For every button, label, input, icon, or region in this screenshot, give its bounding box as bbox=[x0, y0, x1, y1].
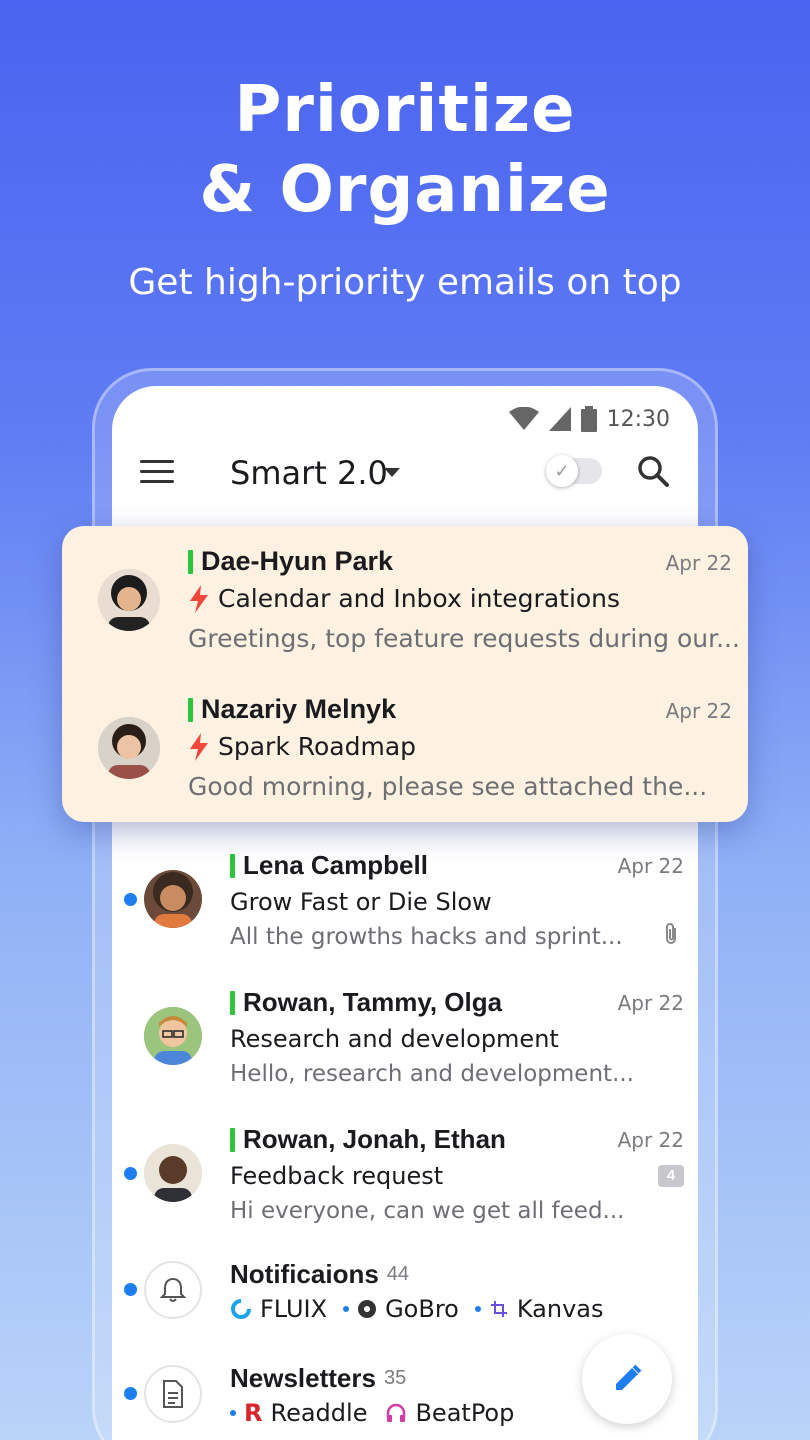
status-bar: 12:30 bbox=[508, 406, 670, 432]
unread-dot bbox=[124, 1283, 137, 1296]
pencil-icon bbox=[616, 1364, 642, 1390]
avatar bbox=[98, 569, 160, 631]
lightning-icon bbox=[190, 732, 208, 761]
fluix-icon bbox=[231, 1299, 251, 1319]
email-date: Apr 22 bbox=[665, 699, 732, 723]
app-fluix: FLUIX bbox=[260, 1295, 328, 1323]
avatar bbox=[144, 1144, 202, 1202]
priority-card: Dae-Hyun Park Apr 22 Calendar and Inbox … bbox=[62, 526, 748, 822]
email-sender: Lena Campbell bbox=[230, 850, 428, 881]
hero-title-line1: Prioritize bbox=[234, 73, 576, 147]
unread-dot bbox=[230, 1410, 236, 1416]
priority-email-row[interactable]: Dae-Hyun Park Apr 22 Calendar and Inbox … bbox=[62, 526, 748, 674]
battery-icon bbox=[580, 406, 597, 432]
signal-icon bbox=[548, 407, 571, 431]
hero-title-line2: & Organize bbox=[199, 153, 611, 227]
email-subject: Calendar and Inbox integrations bbox=[188, 584, 620, 613]
smart-inbox-toggle[interactable]: ✓ bbox=[546, 455, 602, 487]
gobro-icon bbox=[358, 1300, 377, 1318]
status-time: 12:30 bbox=[606, 406, 670, 432]
menu-icon[interactable] bbox=[140, 460, 174, 484]
unread-dot bbox=[124, 1387, 137, 1400]
notifications-group-row[interactable]: Notificaions 44 FLUIX GoBro Kanvas bbox=[112, 1237, 698, 1341]
bell-icon bbox=[144, 1261, 202, 1319]
email-sender: Dae-Hyun Park bbox=[188, 546, 393, 577]
group-count: 35 bbox=[383, 1367, 407, 1389]
lightning-icon bbox=[190, 584, 208, 613]
inbox-title[interactable]: Smart 2.0 bbox=[230, 454, 388, 492]
email-sender: Nazariy Melnyk bbox=[188, 694, 396, 725]
top-bar: Smart 2.0 ✓ bbox=[112, 446, 698, 498]
app-kanvas: Kanvas bbox=[516, 1295, 604, 1323]
priority-marker bbox=[188, 697, 193, 722]
group-apps: R Readdle BeatPop bbox=[230, 1399, 514, 1427]
attachment-icon bbox=[664, 922, 680, 952]
email-date: Apr 22 bbox=[617, 854, 684, 878]
email-date: Apr 22 bbox=[665, 551, 732, 575]
email-sender: Rowan, Jonah, Ethan bbox=[230, 1124, 506, 1155]
document-icon bbox=[144, 1365, 202, 1423]
email-row[interactable]: Rowan, Jonah, Ethan Apr 22 Feedback requ… bbox=[112, 1100, 698, 1237]
email-preview: Hi everyone, can we get all feed... bbox=[230, 1198, 625, 1224]
unread-dot bbox=[124, 893, 137, 906]
beatpop-icon bbox=[387, 1403, 406, 1422]
hero-subtitle: Get high-priority emails on top bbox=[128, 262, 682, 303]
email-row[interactable]: Rowan, Tammy, Olga Apr 22 Research and d… bbox=[112, 963, 698, 1100]
app-beatpop: BeatPop bbox=[415, 1399, 515, 1427]
wifi-icon bbox=[508, 407, 539, 430]
group-apps: FLUIX GoBro Kanvas bbox=[230, 1295, 604, 1323]
compose-button[interactable] bbox=[582, 1334, 672, 1424]
email-preview: All the growths hacks and sprint... bbox=[230, 924, 623, 950]
email-preview: Hello, research and development... bbox=[230, 1061, 634, 1087]
kanvas-icon bbox=[490, 1301, 507, 1317]
priority-marker bbox=[230, 853, 235, 878]
email-subject: Grow Fast or Die Slow bbox=[230, 888, 492, 916]
avatar bbox=[144, 870, 202, 928]
readdle-icon: R bbox=[244, 1399, 263, 1427]
email-subject: Feedback request bbox=[230, 1162, 444, 1190]
email-preview: Greetings, top feature requests during o… bbox=[188, 624, 740, 653]
priority-marker bbox=[188, 549, 193, 574]
priority-marker bbox=[230, 1127, 235, 1152]
group-name: Notificaions 44 bbox=[230, 1259, 410, 1289]
chevron-down-icon[interactable] bbox=[384, 468, 400, 477]
group-count: 44 bbox=[386, 1263, 410, 1285]
app-readdle: Readdle bbox=[270, 1399, 368, 1427]
search-icon[interactable] bbox=[636, 454, 670, 488]
unread-dot bbox=[343, 1306, 350, 1312]
email-row[interactable]: Lena Campbell Apr 22 Grow Fast or Die Sl… bbox=[112, 826, 698, 963]
app-gobro: GoBro bbox=[385, 1295, 459, 1323]
unread-dot bbox=[474, 1306, 481, 1312]
avatar bbox=[98, 717, 160, 779]
avatar bbox=[144, 1007, 202, 1065]
email-subject: Research and development bbox=[230, 1025, 559, 1053]
email-subject: Spark Roadmap bbox=[188, 732, 416, 761]
email-sender: Rowan, Tammy, Olga bbox=[230, 987, 502, 1018]
priority-marker bbox=[230, 990, 235, 1015]
check-icon: ✓ bbox=[546, 455, 578, 487]
unread-dot bbox=[124, 1167, 137, 1180]
group-name: Newsletters 35 bbox=[230, 1363, 407, 1393]
hero-title: Prioritize & Organize bbox=[0, 70, 810, 230]
email-date: Apr 22 bbox=[617, 991, 684, 1015]
email-date: Apr 22 bbox=[617, 1128, 684, 1152]
email-preview: Good morning, please see attached the... bbox=[188, 772, 708, 801]
priority-email-row[interactable]: Nazariy Melnyk Apr 22 Spark Roadmap Good… bbox=[62, 674, 748, 822]
thread-count-badge: 4 bbox=[658, 1165, 684, 1187]
